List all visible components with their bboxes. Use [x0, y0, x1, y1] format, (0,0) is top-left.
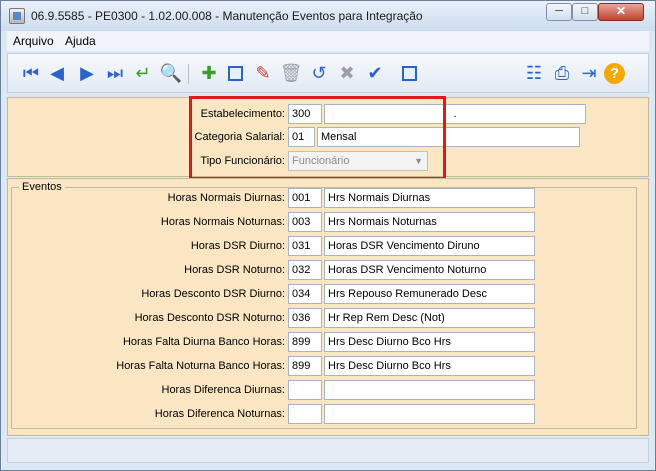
next-icon[interactable]: ▶ — [76, 62, 98, 84]
row-label: Horas Falta Diurna Banco Horas: — [122, 336, 285, 348]
row-description-field: Horas DSR Vencimento Noturno — [324, 260, 535, 280]
cancel-icon[interactable]: ✖ — [336, 62, 358, 84]
row-description-field: Hrs Desc Diurno Bco Hrs — [324, 332, 535, 352]
toolbar: ⏮ ◀ ▶ ⏭ ↵ 🔍 ✚ ✎ 🗑 ↺ ✖ ✔ ☷ ⎙ ⇥ ? — [7, 53, 649, 93]
row-code-field[interactable]: 034 — [288, 284, 322, 304]
app-icon[interactable] — [9, 8, 25, 24]
copy-icon[interactable] — [224, 62, 246, 84]
row-label: Horas DSR Noturno: — [184, 264, 285, 276]
row-code-field[interactable]: 899 — [288, 356, 322, 376]
row-label: Horas Diferenca Diurnas: — [161, 384, 286, 396]
eventos-group-title: Eventos — [19, 181, 65, 193]
minimize-button[interactable]: ─ — [546, 3, 572, 21]
row-label: Horas Normais Diurnas: — [167, 192, 285, 204]
status-bar — [7, 438, 649, 463]
row-code-field[interactable] — [288, 404, 322, 424]
row-label: Horas Diferenca Noturnas: — [154, 408, 285, 420]
go-to-icon[interactable]: ↵ — [132, 62, 154, 84]
add-icon[interactable]: ✚ — [198, 62, 220, 84]
row-label: Horas Desconto DSR Diurno: — [141, 288, 285, 300]
print-icon[interactable]: ⎙ — [551, 62, 573, 84]
undo-icon[interactable]: ↺ — [308, 62, 330, 84]
previous-icon[interactable]: ◀ — [46, 62, 68, 84]
row-code-field[interactable]: 031 — [288, 236, 322, 256]
row-code-field[interactable] — [288, 380, 322, 400]
row-code-field[interactable]: 036 — [288, 308, 322, 328]
row-label: Horas Falta Noturna Banco Horas: — [116, 360, 285, 372]
save-icon[interactable]: ✔ — [364, 62, 386, 84]
window-title: 06.9.5585 - PE0300 - 1.02.00.008 - Manut… — [31, 9, 423, 23]
menu-arquivo[interactable]: Arquivo — [13, 34, 54, 48]
row-description-field — [324, 404, 535, 424]
menu-bar: Arquivo Ajuda — [7, 31, 649, 51]
row-label: Horas Desconto DSR Noturno: — [134, 312, 285, 324]
row-code-field[interactable]: 032 — [288, 260, 322, 280]
row-code-field[interactable]: 899 — [288, 332, 322, 352]
tree-icon[interactable]: ☷ — [523, 62, 545, 84]
row-description-field: Hrs Desc Diurno Bco Hrs — [324, 356, 535, 376]
row-description-field: Hrs Normais Diurnas — [324, 188, 535, 208]
title-bar[interactable]: 06.9.5585 - PE0300 - 1.02.00.008 - Manut… — [1, 1, 655, 31]
duplicate-icon[interactable] — [398, 62, 420, 84]
close-button[interactable]: ✕ — [598, 3, 644, 21]
last-icon[interactable]: ⏭ — [104, 62, 126, 84]
row-description-field: Horas DSR Vencimento Diruno — [324, 236, 535, 256]
menu-ajuda[interactable]: Ajuda — [65, 34, 96, 48]
app-window: 06.9.5585 - PE0300 - 1.02.00.008 - Manut… — [0, 0, 656, 471]
delete-icon[interactable]: 🗑 — [280, 62, 303, 84]
edit-icon[interactable]: ✎ — [252, 62, 274, 84]
row-description-field: Hr Rep Rem Desc (Not) — [324, 308, 535, 328]
row-label: Horas Normais Noturnas: — [160, 216, 285, 228]
row-code-field[interactable]: 001 — [288, 188, 322, 208]
row-label: Horas DSR Diurno: — [190, 240, 285, 252]
row-description-field: Hrs Repouso Remunerado Desc — [324, 284, 535, 304]
help-icon[interactable]: ? — [604, 63, 625, 84]
maximize-button[interactable]: □ — [572, 3, 598, 21]
row-description-field — [324, 380, 535, 400]
exit-icon[interactable]: ⇥ — [578, 62, 600, 84]
first-icon[interactable]: ⏮ — [20, 62, 42, 84]
row-code-field[interactable]: 003 — [288, 212, 322, 232]
toolbar-separator — [188, 64, 189, 84]
highlight-box — [189, 96, 446, 180]
search-icon[interactable]: 🔍 — [160, 62, 182, 84]
row-description-field: Hrs Normais Noturnas — [324, 212, 535, 232]
